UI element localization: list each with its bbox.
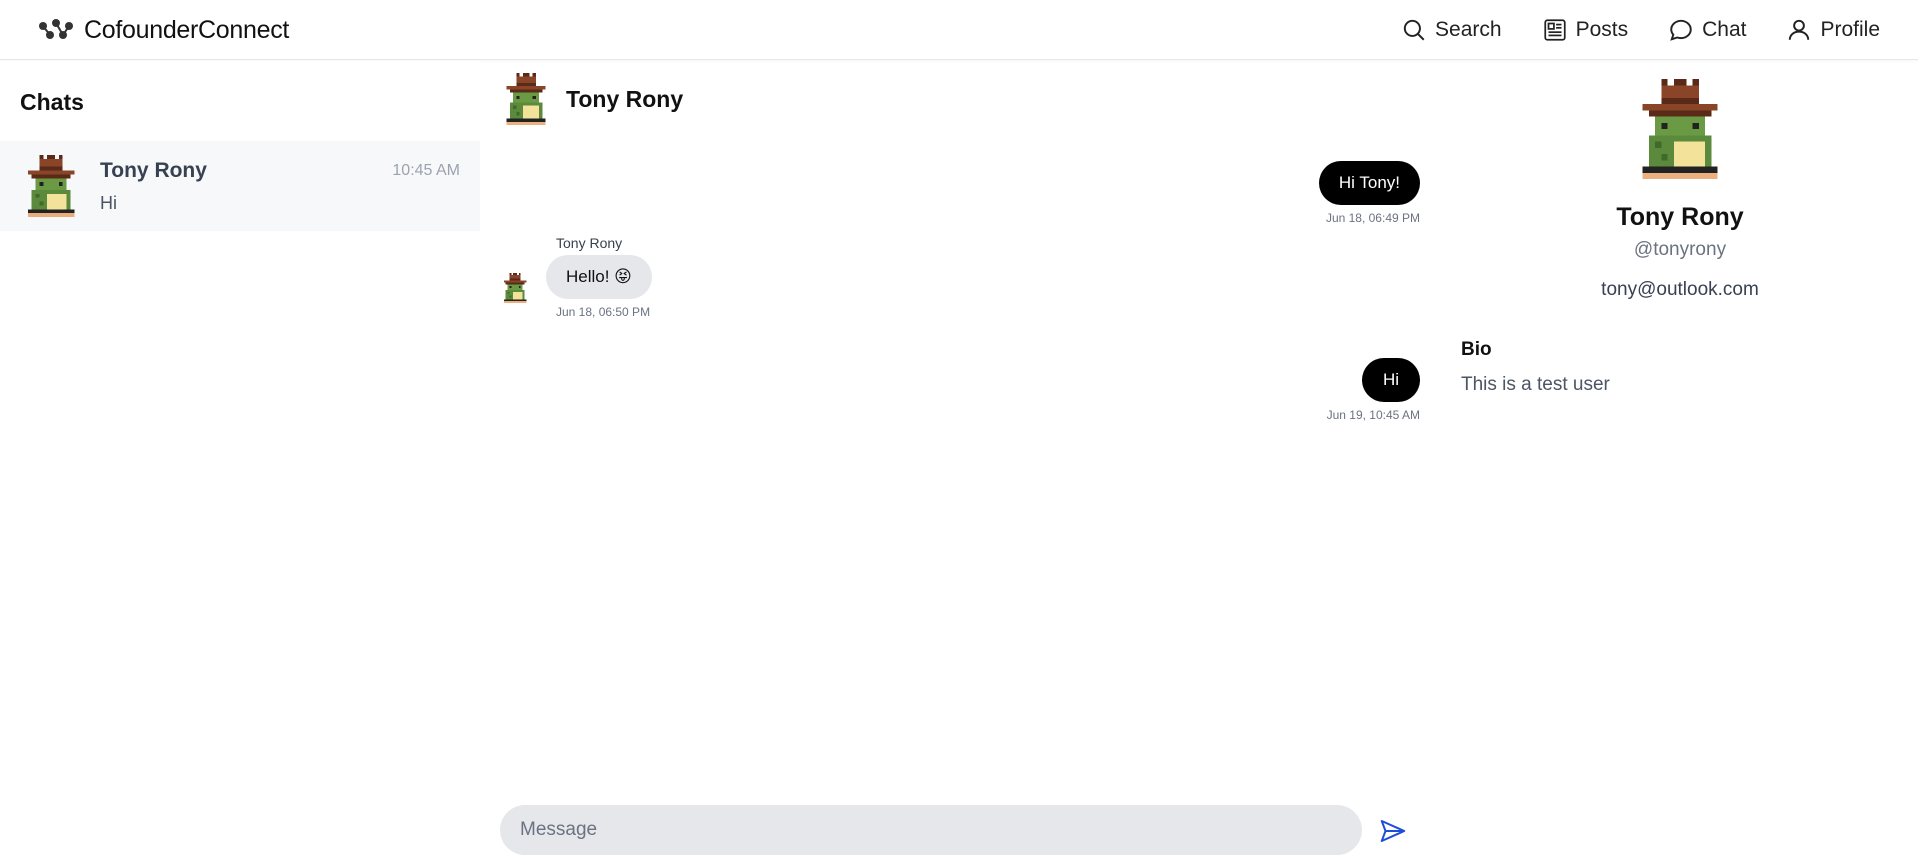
profile-name: Tony Rony [1616,203,1744,231]
nav-posts[interactable]: Posts [1542,17,1629,43]
message-timestamp: Jun 18, 06:50 PM [556,305,651,319]
conversation-pane: Tony Rony Hi Tony! Jun 18, 06:49 PM Tony… [480,61,1420,868]
nav-chat-label: Chat [1702,18,1747,41]
chats-heading: Chats [20,89,84,115]
outgoing-message: Hi Tony! Jun 18, 06:49 PM [1318,161,1420,225]
contact-profile-panel: Tony Rony @tonyrony tony@outlook.com Bio… [1420,61,1918,868]
message-input[interactable] [500,805,1362,855]
nav-posts-label: Posts [1575,18,1629,41]
profile-email: tony@outlook.com [1601,279,1759,300]
conversation-title: Tony Rony [566,85,684,112]
message-timestamp: Jun 18, 06:49 PM [1325,211,1420,225]
nav-chat[interactable]: Chat [1668,17,1746,43]
message-sender-name: Tony Rony [556,235,623,251]
avatar [500,273,530,303]
send-icon[interactable] [1378,816,1408,846]
top-navbar: CofounderConnect Search Posts Chat Profi… [0,0,1918,60]
search-icon [1403,19,1425,41]
avatar [1630,79,1730,179]
chat-last-message: Hi [100,193,117,213]
nav-profile-label: Profile [1820,18,1880,41]
user-icon [1789,19,1810,40]
chat-list-item[interactable]: Tony Rony 10:45 AM Hi [0,141,480,231]
avatar [500,73,552,125]
message-timestamp: Jun 19, 10:45 AM [1326,408,1420,422]
nav-profile[interactable]: Profile [1786,17,1880,43]
message-bubble: Hello! 😝 [546,255,652,299]
nav-search-label: Search [1435,18,1502,41]
main-nav: Search Posts Chat Profile [1401,14,1880,46]
bio-text: This is a test user [1461,374,1610,395]
bio-heading: Bio [1461,339,1492,360]
chat-bubble-icon [1670,19,1692,41]
chat-contact-name: Tony Rony [100,159,207,182]
chat-list-sidebar: Chats Tony Rony 10:45 AM Hi [0,61,480,868]
brand-logo-icon [39,19,73,39]
profile-handle: @tonyrony [1633,239,1727,260]
nav-search[interactable]: Search [1401,17,1502,43]
outgoing-message: Hi Jun 19, 10:45 AM [1327,358,1420,422]
newspaper-icon [1543,19,1566,41]
message-bubble: Hi Tony! [1318,161,1420,205]
chat-last-time: 10:45 AM [392,162,460,179]
brand-name: CofounderConnect [84,15,290,44]
message-bubble: Hi [1362,358,1420,402]
conversation-header[interactable]: Tony Rony [500,73,683,125]
brand-logo-link[interactable]: CofounderConnect [38,14,289,46]
avatar [20,155,82,217]
